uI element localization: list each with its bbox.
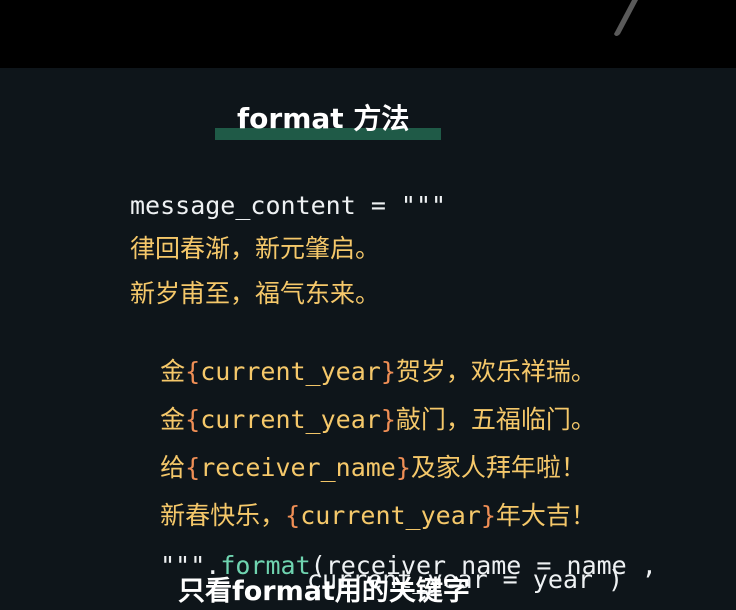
code-line-3: 新岁甫至，福气东来。 [130,279,381,308]
pen-stroke-icon [614,0,638,36]
slide-title: format 方法 [215,98,441,142]
code-line-2: 律回春渐，新元肇启。 [130,234,381,263]
video-subtitle: 只看format用的关键字 [178,576,470,607]
slide-title-text: format 方法 [237,102,410,135]
video-top-bar [0,0,736,68]
code-line-1: message_content = """ [130,191,447,220]
